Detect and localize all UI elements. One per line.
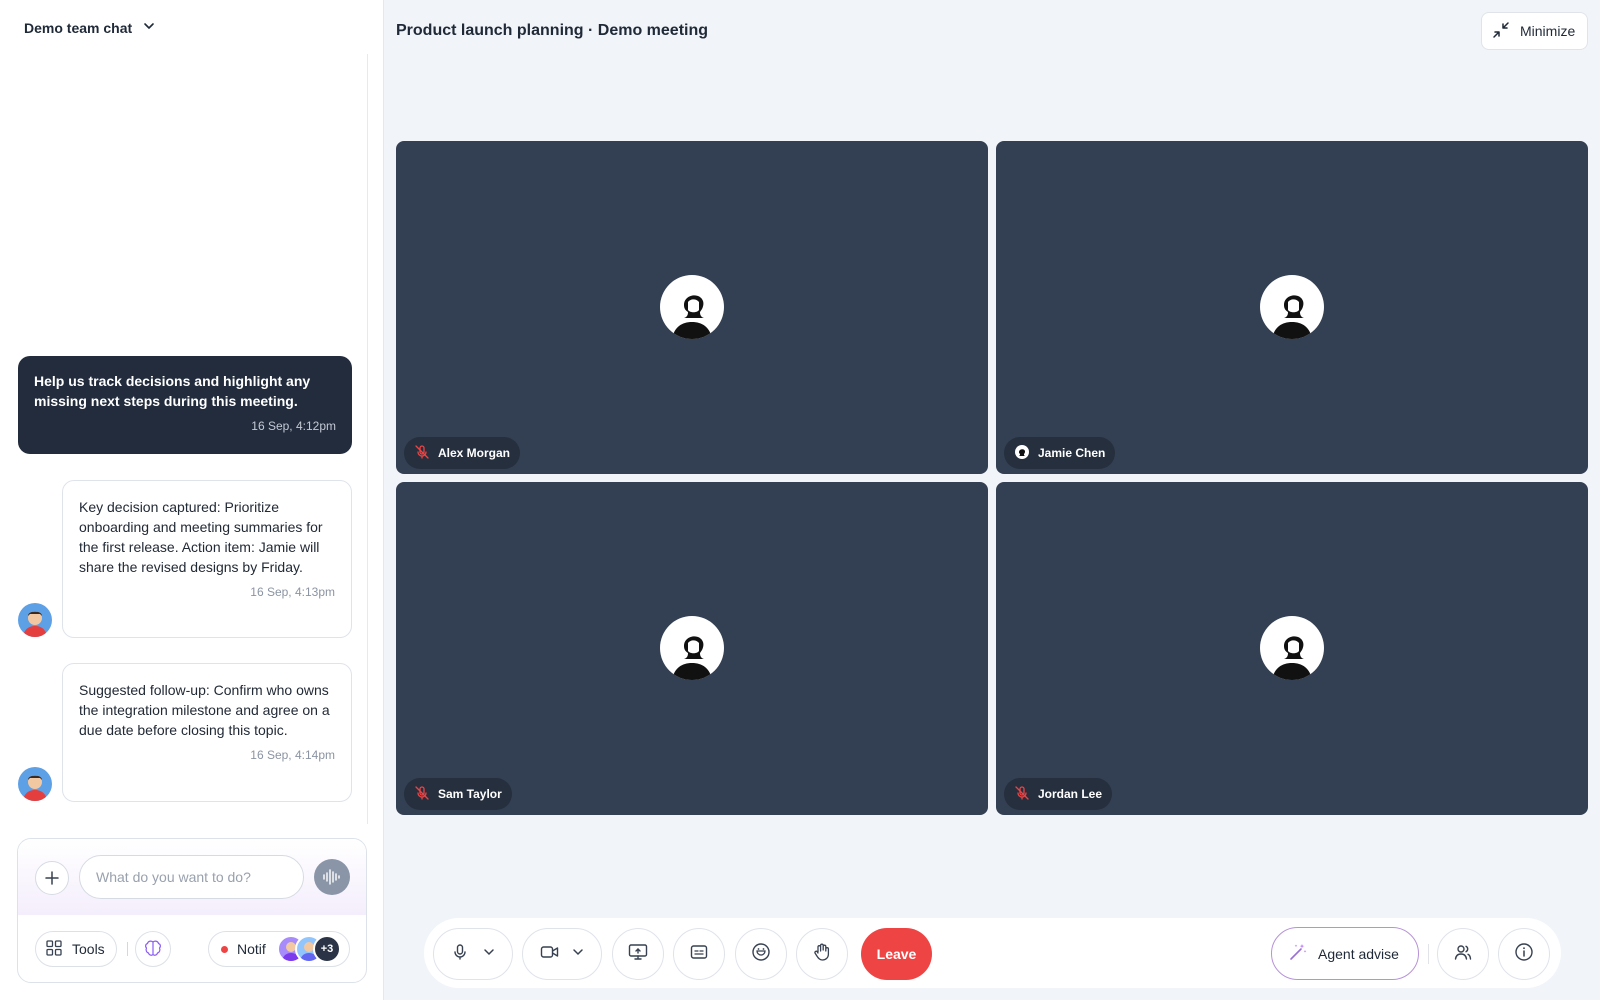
participant-name: Sam Taylor [438, 787, 502, 801]
chat-sidebar: Demo team chat Help us track decisions a… [0, 0, 384, 1000]
meeting-controls: Leave Agent advise [424, 918, 1561, 988]
agent-message: Suggested follow-up: Confirm who owns th… [62, 663, 352, 802]
minimize-button[interactable]: Minimize [1481, 12, 1588, 50]
speaking-icon [1014, 444, 1030, 463]
plus-icon [45, 871, 59, 885]
message-input[interactable] [79, 855, 304, 899]
minimize-label: Minimize [1520, 23, 1576, 39]
participant-name: Jordan Lee [1038, 787, 1103, 801]
notification-dot [221, 945, 228, 953]
chat-selector[interactable]: Demo team chat [24, 16, 156, 40]
microphone-button[interactable] [433, 928, 513, 980]
notifications-button[interactable]: Notif +3 [208, 931, 350, 967]
info-button[interactable] [1498, 928, 1550, 980]
message-text: Help us track decisions and highlight an… [34, 373, 311, 409]
raise-hand-button[interactable] [796, 928, 848, 980]
message-time: 16 Sep, 4:12pm [251, 419, 336, 433]
agent-advise-button[interactable]: Agent advise [1271, 927, 1419, 980]
minimize-icon [1492, 21, 1510, 42]
message-time: 16 Sep, 4:13pm [250, 585, 335, 599]
smiley-icon [751, 942, 771, 967]
mic-off-icon [414, 785, 430, 804]
message-text: Key decision captured: Prioritize onboar… [79, 499, 323, 575]
tools-label: Tools [72, 941, 105, 957]
brain-button[interactable] [135, 931, 171, 967]
video-tile[interactable]: Sam Taylor [396, 482, 988, 815]
more-participants-count: +3 [313, 935, 341, 963]
mic-off-icon [1014, 785, 1030, 804]
mic-off-icon [414, 444, 430, 463]
user-message: Help us track decisions and highlight an… [18, 356, 352, 454]
grid-icon [46, 939, 62, 959]
screen-share-icon [628, 943, 648, 966]
participant-name-tag: Jordan Lee [1004, 778, 1113, 810]
participants-button[interactable] [1437, 928, 1489, 980]
message-composer: Tools Notif +3 [17, 838, 367, 983]
tools-button[interactable]: Tools [35, 931, 117, 967]
participant-avatar [1260, 275, 1324, 339]
people-icon [1453, 942, 1473, 967]
agent-advise-label: Agent advise [1318, 945, 1399, 962]
video-tile[interactable]: Alex Morgan [396, 141, 988, 474]
sidebar-scrollbar[interactable] [367, 54, 368, 824]
chevron-down-icon [142, 19, 156, 38]
reactions-button[interactable] [735, 928, 787, 980]
divider [1428, 944, 1429, 964]
participant-name: Alex Morgan [438, 446, 511, 460]
participant-avatars: +3 [277, 935, 341, 963]
participant-avatar [660, 616, 724, 680]
message-time: 16 Sep, 4:14pm [250, 748, 335, 762]
agent-avatar [18, 767, 52, 801]
captions-button[interactable] [673, 928, 725, 980]
camera-icon [540, 944, 560, 965]
screen-share-button[interactable] [612, 928, 664, 980]
participant-avatar [1260, 616, 1324, 680]
camera-button[interactable] [522, 928, 602, 980]
hand-icon [812, 942, 832, 967]
voice-input-button[interactable] [314, 859, 350, 895]
message-text: Suggested follow-up: Confirm who owns th… [79, 682, 330, 738]
chevron-down-icon[interactable] [572, 945, 584, 963]
participant-name-tag: Jamie Chen [1004, 437, 1116, 469]
divider [127, 942, 128, 956]
meeting-title: Product launch planning · Demo meeting [396, 22, 709, 39]
participant-name: Jamie Chen [1038, 446, 1106, 460]
participant-name-tag: Alex Morgan [404, 437, 521, 469]
chat-title: Demo team chat [24, 20, 133, 36]
participant-name-tag: Sam Taylor [404, 778, 512, 810]
notif-label: Notif [237, 941, 266, 957]
captions-icon [690, 944, 708, 965]
agent-avatar [18, 603, 52, 637]
attach-button[interactable] [35, 861, 69, 895]
waveform-icon [323, 869, 340, 885]
info-icon [1514, 942, 1534, 967]
brain-icon [145, 940, 161, 956]
magic-wand-icon [1288, 942, 1308, 965]
video-tile[interactable]: Jordan Lee [996, 482, 1588, 815]
leave-button[interactable]: Leave [861, 928, 932, 980]
video-tile[interactable]: Jamie Chen [996, 141, 1588, 474]
participant-avatar [660, 275, 724, 339]
agent-message: Key decision captured: Prioritize onboar… [62, 480, 352, 638]
microphone-icon [451, 943, 469, 966]
chevron-down-icon[interactable] [483, 945, 495, 963]
